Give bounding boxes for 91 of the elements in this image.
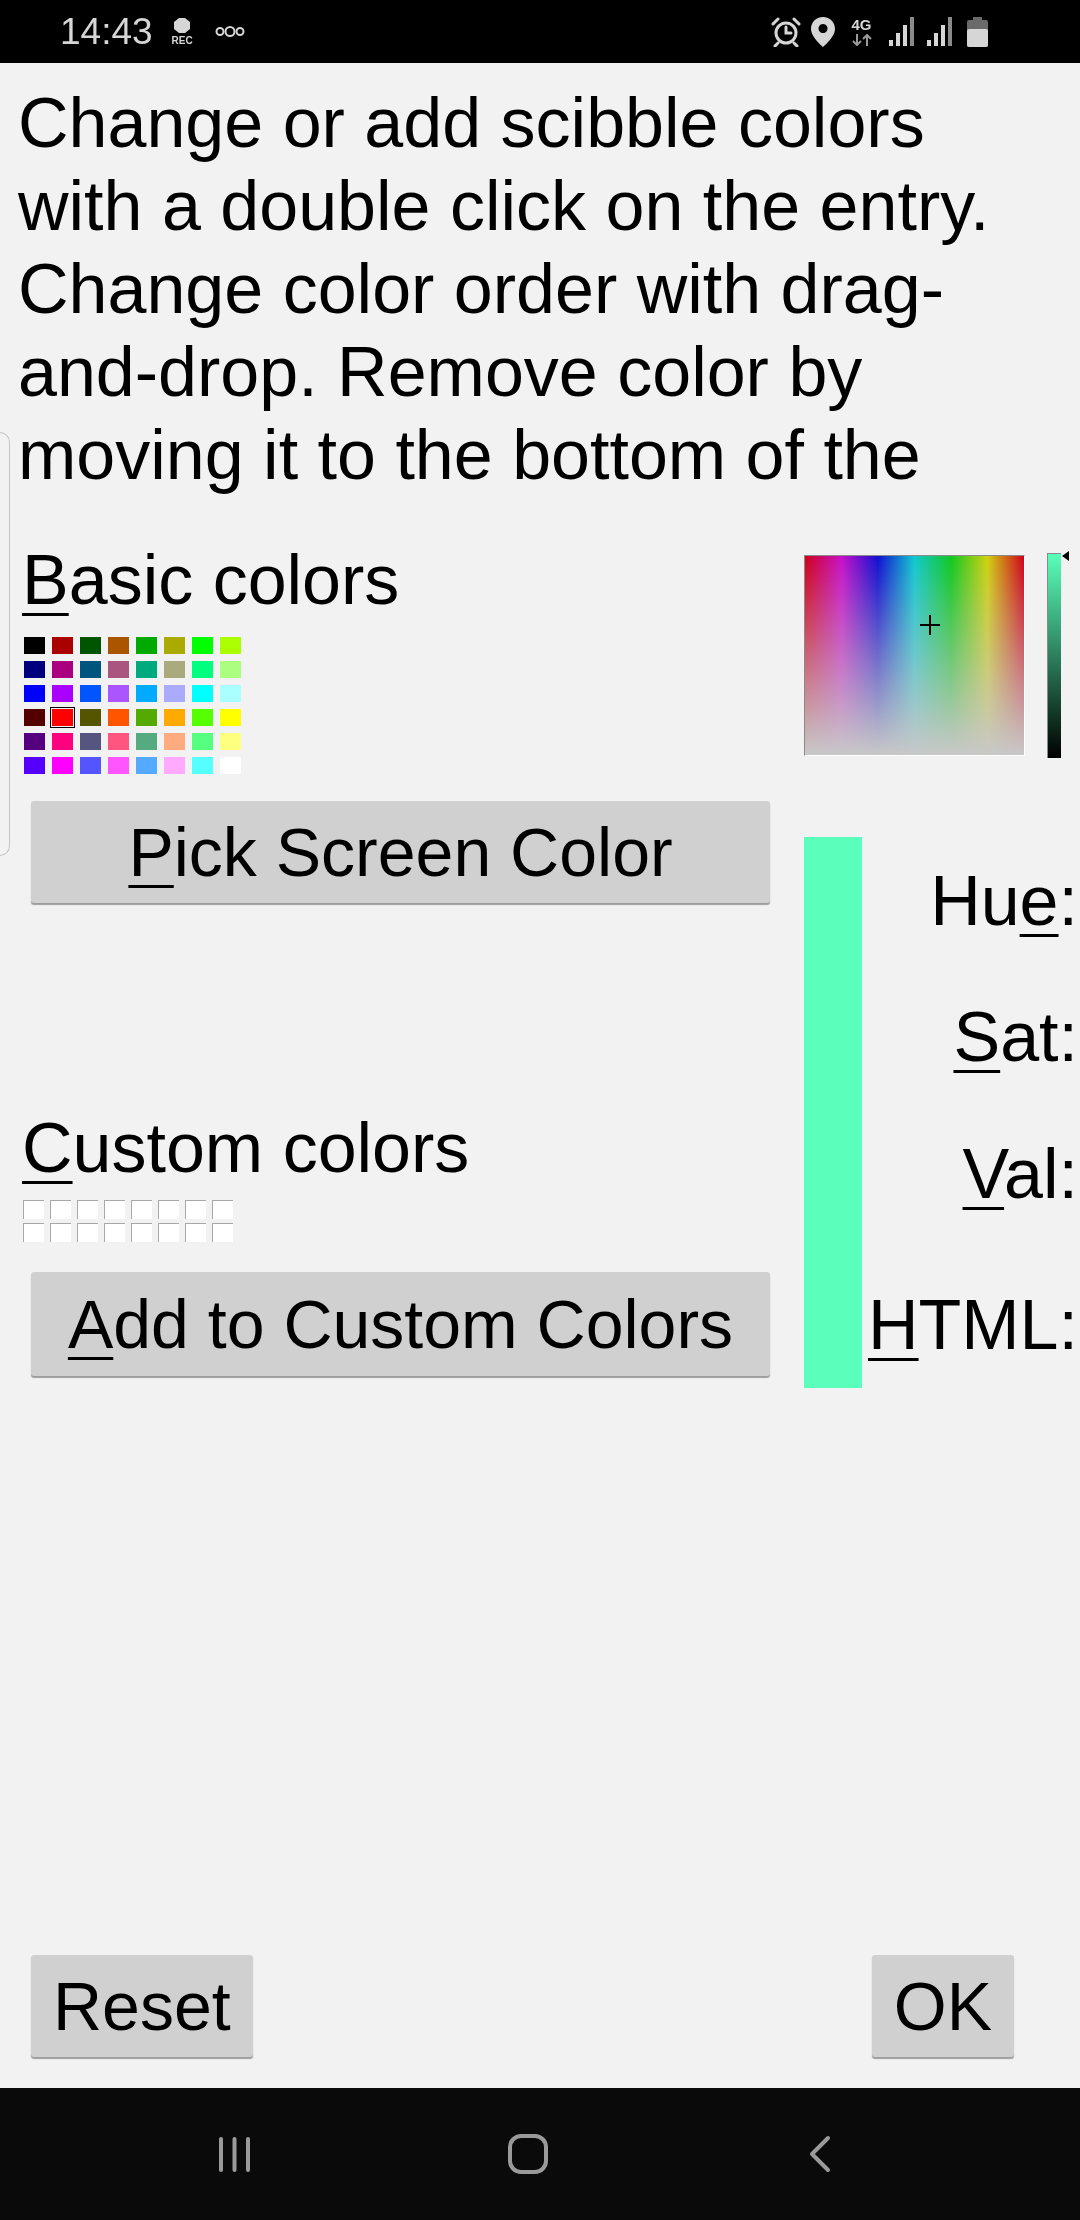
- color-swatch[interactable]: [220, 637, 241, 654]
- custom-color-slot[interactable]: [131, 1223, 152, 1242]
- color-swatch[interactable]: [108, 637, 129, 654]
- color-swatch[interactable]: [192, 685, 213, 702]
- network-type-label: 4G: [851, 17, 872, 32]
- recording-label: REC: [171, 35, 193, 46]
- rings-icon: [214, 26, 245, 37]
- data-arrows-icon: [851, 34, 872, 46]
- color-swatch[interactable]: [164, 637, 185, 654]
- color-swatch[interactable]: [52, 661, 73, 678]
- color-swatch[interactable]: [108, 709, 129, 726]
- color-swatch[interactable]: [164, 709, 185, 726]
- color-swatch[interactable]: [136, 757, 157, 774]
- custom-color-slot[interactable]: [131, 1200, 152, 1219]
- add-custom-color-button[interactable]: Add to Custom Colors: [31, 1272, 770, 1376]
- color-swatch[interactable]: [80, 661, 101, 678]
- color-swatch[interactable]: [136, 733, 157, 750]
- dialog-button[interactable]: Reset: [31, 1955, 253, 2057]
- color-swatch[interactable]: [52, 733, 73, 750]
- color-swatch[interactable]: [24, 709, 45, 726]
- color-swatch[interactable]: [192, 661, 213, 678]
- custom-color-slot[interactable]: [104, 1200, 125, 1219]
- field-label: Val:: [962, 1134, 1078, 1214]
- color-swatch[interactable]: [24, 661, 45, 678]
- custom-color-slot[interactable]: [77, 1223, 98, 1242]
- color-swatch[interactable]: [24, 757, 45, 774]
- color-swatch[interactable]: [24, 685, 45, 702]
- location-pin-icon: [811, 16, 835, 47]
- custom-color-slot[interactable]: [50, 1223, 71, 1242]
- custom-color-slot[interactable]: [212, 1223, 233, 1242]
- field-label: Hue:: [930, 861, 1078, 941]
- color-swatch[interactable]: [164, 661, 185, 678]
- alarm-clock-icon: [770, 16, 802, 47]
- color-swatch[interactable]: [192, 709, 213, 726]
- signal-icon: [927, 17, 953, 46]
- battery-icon: [967, 16, 988, 47]
- color-swatch[interactable]: [220, 661, 241, 678]
- field-label: Sat:: [953, 997, 1078, 1077]
- color-swatch[interactable]: [220, 685, 241, 702]
- custom-color-slot[interactable]: [104, 1223, 125, 1242]
- color-swatch[interactable]: [192, 733, 213, 750]
- field-label: HTML:: [868, 1285, 1078, 1365]
- instruction-text: Change or add scibble colors with a double click on the entry. Change color order with drag-and-drop. Remove color by moving it to the bottom of the: [18, 83, 991, 496]
- custom-color-slot[interactable]: [50, 1200, 71, 1219]
- custom-color-slot[interactable]: [212, 1200, 233, 1219]
- custom-color-slot[interactable]: [185, 1200, 206, 1219]
- recent-apps-icon[interactable]: [218, 2135, 251, 2173]
- dialog-button[interactable]: OK: [871, 1955, 1014, 2057]
- custom-color-slot[interactable]: [23, 1223, 44, 1242]
- color-swatch[interactable]: [136, 661, 157, 678]
- color-swatch[interactable]: [164, 757, 185, 774]
- section-heading: Basic colors: [22, 540, 400, 620]
- color-swatch[interactable]: [24, 637, 45, 654]
- custom-color-slot[interactable]: [23, 1200, 44, 1219]
- color-spectrum[interactable]: [804, 555, 1025, 756]
- section-heading: Custom colors: [22, 1108, 470, 1188]
- color-swatch[interactable]: [108, 685, 129, 702]
- record-icon: [174, 17, 191, 33]
- color-swatch[interactable]: [164, 733, 185, 750]
- color-swatch[interactable]: [136, 685, 157, 702]
- home-icon[interactable]: [508, 2134, 548, 2174]
- color-swatch[interactable]: [136, 709, 157, 726]
- value-slider[interactable]: [1047, 551, 1069, 758]
- color-swatch[interactable]: [108, 661, 129, 678]
- color-swatch[interactable]: [108, 757, 129, 774]
- back-icon[interactable]: [809, 2135, 831, 2173]
- color-swatch[interactable]: [24, 733, 45, 750]
- custom-color-slot[interactable]: [185, 1223, 206, 1242]
- color-swatch[interactable]: [80, 733, 101, 750]
- color-swatch[interactable]: [164, 685, 185, 702]
- color-swatch[interactable]: [80, 709, 101, 726]
- custom-color-slot[interactable]: [77, 1200, 98, 1219]
- pick-screen-color-button[interactable]: Pick Screen Color: [31, 801, 770, 903]
- color-swatch[interactable]: [80, 637, 101, 654]
- color-swatch[interactable]: [136, 637, 157, 654]
- color-swatch[interactable]: [50, 707, 75, 728]
- color-swatch[interactable]: [192, 637, 213, 654]
- color-swatch[interactable]: [80, 757, 101, 774]
- color-swatch[interactable]: [52, 757, 73, 774]
- signal-icon: [889, 17, 915, 46]
- clock-time: 14:43: [60, 13, 153, 50]
- color-swatch[interactable]: [80, 685, 101, 702]
- color-swatch[interactable]: [52, 637, 73, 654]
- color-swatch[interactable]: [192, 757, 213, 774]
- color-swatch[interactable]: [220, 709, 241, 726]
- custom-color-slot[interactable]: [158, 1200, 179, 1219]
- custom-color-slot[interactable]: [158, 1223, 179, 1242]
- color-swatch[interactable]: [108, 733, 129, 750]
- color-swatch[interactable]: [220, 733, 241, 750]
- crosshair-icon: [919, 615, 940, 636]
- color-swatch[interactable]: [52, 685, 73, 702]
